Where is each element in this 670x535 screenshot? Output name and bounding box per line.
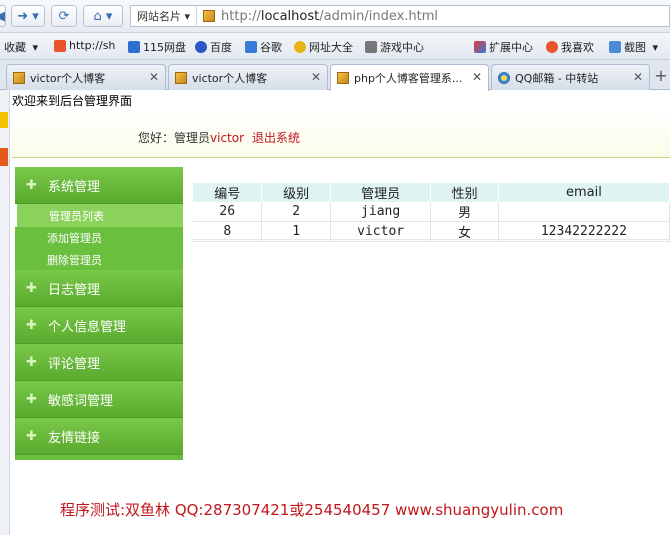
bookmark-google[interactable]: 谷歌 bbox=[245, 39, 282, 55]
cell-email bbox=[498, 202, 670, 222]
page-favicon-icon bbox=[203, 10, 216, 22]
bookmark-url-daquan[interactable]: 网址大全 bbox=[294, 39, 353, 55]
plus-icon: ✚ bbox=[26, 177, 37, 193]
address-bar[interactable]: 网站名片 ▾ http://localhost/admin/index.html bbox=[130, 5, 670, 27]
system-submenu: 管理员列表 添加管理员 删除管理员 bbox=[15, 204, 183, 270]
tab-bar: victor个人博客 ✕ victor个人博客 ✕ php个人博客管理系... … bbox=[0, 60, 670, 91]
admin-table: 编号 级别 管理员 性别 email 26 2 jiang 男 8 1 vict… bbox=[193, 183, 670, 242]
close-icon[interactable]: ✕ bbox=[633, 70, 643, 84]
footer-credits: 程序测试:双鱼林 QQ:287307421或254540457 www.shua… bbox=[60, 501, 564, 519]
tab-favicon-icon bbox=[337, 72, 349, 84]
cell-id: 26 bbox=[193, 202, 263, 222]
tab-qq-mail[interactable]: QQ邮箱 - 中转站 ✕ bbox=[491, 64, 650, 90]
baidu-paw-icon bbox=[195, 41, 207, 53]
submenu-delete-admin[interactable]: 删除管理员 bbox=[15, 248, 183, 271]
site-card-dropdown[interactable]: 网站名片 ▾ bbox=[131, 6, 198, 26]
google-icon bbox=[245, 41, 257, 53]
close-icon[interactable]: ✕ bbox=[472, 70, 482, 84]
url-text: http://localhost/admin/index.html bbox=[221, 8, 439, 24]
bookmarks-bar: 收藏 ▾ http://sh 115网盘 百度 谷歌 网址大全 游戏中心 扩展中… bbox=[0, 33, 670, 60]
extension-center[interactable]: 扩展中心 bbox=[474, 39, 533, 55]
side-panel-star-icon[interactable] bbox=[0, 112, 8, 128]
menu-log-management[interactable]: ✚ 日志管理 bbox=[15, 270, 183, 307]
url-daquan-icon bbox=[294, 41, 306, 53]
page-welcome-title: 欢迎来到后台管理界面 bbox=[12, 94, 133, 108]
col-header-email: email bbox=[498, 183, 670, 202]
col-header-level: 级别 bbox=[261, 183, 331, 202]
col-header-gender: 性别 bbox=[430, 183, 499, 202]
submenu-admin-list[interactable]: 管理员列表 bbox=[15, 204, 183, 227]
admin-sidebar-menu: ✚ 系统管理 管理员列表 添加管理员 删除管理员 ✚ 日志管理 ✚ 个人信息管理… bbox=[15, 167, 183, 460]
forward-button[interactable]: ➜ ▾ bbox=[11, 5, 45, 27]
extension-icon bbox=[474, 41, 486, 53]
table-row: 26 2 jiang 男 bbox=[193, 202, 670, 222]
bookmark-115[interactable]: 115网盘 bbox=[128, 39, 186, 55]
scissors-icon bbox=[609, 41, 621, 53]
bookmark-sh-icon bbox=[54, 39, 66, 52]
gamepad-icon bbox=[365, 41, 377, 53]
refresh-button[interactable]: ⟳ bbox=[51, 5, 77, 27]
cell-level: 2 bbox=[261, 202, 331, 222]
back-button[interactable]: ◀ bbox=[0, 5, 6, 27]
back-arrow-icon: ◀ bbox=[0, 9, 5, 24]
tab-victor-blog-1[interactable]: victor个人博客 ✕ bbox=[6, 64, 166, 90]
plus-icon: ✚ bbox=[26, 428, 37, 444]
bookmark-baidu[interactable]: 百度 bbox=[195, 39, 232, 55]
forward-arrow-icon: ➜ ▾ bbox=[17, 8, 39, 24]
plus-icon: ✚ bbox=[26, 391, 37, 407]
bookmark-game-center[interactable]: 游戏中心 bbox=[365, 39, 424, 55]
menu-sensitive-words[interactable]: ✚ 敏感词管理 bbox=[15, 381, 183, 418]
header-band bbox=[12, 110, 670, 158]
browser-side-panel bbox=[0, 90, 10, 535]
favorites-menu[interactable]: 收藏 ▾ bbox=[4, 39, 38, 55]
admin-greeting: 您好：管理员victor bbox=[138, 131, 245, 145]
side-panel-weibo-icon[interactable] bbox=[0, 148, 8, 166]
bookmark-sh[interactable]: http://sh bbox=[54, 39, 115, 52]
col-header-admin: 管理员 bbox=[330, 183, 432, 202]
home-icon: ⌂ ▾ bbox=[93, 8, 113, 24]
refresh-icon: ⟳ bbox=[58, 8, 70, 24]
menu-system-management[interactable]: ✚ 系统管理 bbox=[15, 167, 183, 204]
admin-username: victor bbox=[210, 131, 245, 145]
new-tab-button[interactable]: + bbox=[652, 66, 670, 88]
cell-admin: jiang bbox=[330, 202, 432, 222]
tab-favicon-icon bbox=[13, 71, 25, 84]
plus-icon: ✚ bbox=[26, 317, 37, 333]
logout-link[interactable]: 退出系统 bbox=[252, 129, 300, 146]
table-bottom-divider bbox=[193, 239, 670, 240]
heart-icon bbox=[546, 41, 558, 53]
tab-php-admin[interactable]: php个人博客管理系... ✕ bbox=[330, 64, 489, 91]
table-header-row: 编号 级别 管理员 性别 email bbox=[193, 183, 670, 202]
cell-gender: 男 bbox=[430, 202, 499, 222]
close-icon[interactable]: ✕ bbox=[149, 70, 159, 84]
pan-115-icon bbox=[128, 41, 140, 53]
my-favorites[interactable]: 我喜欢 bbox=[546, 39, 594, 55]
qq-mail-icon bbox=[498, 71, 510, 84]
screenshot-tool[interactable]: 截图 ▾ bbox=[609, 39, 658, 55]
menu-comment-management[interactable]: ✚ 评论管理 bbox=[15, 344, 183, 381]
tab-favicon-icon bbox=[175, 71, 187, 84]
plus-icon: ✚ bbox=[26, 354, 37, 370]
tab-victor-blog-2[interactable]: victor个人博客 ✕ bbox=[168, 64, 328, 90]
close-icon[interactable]: ✕ bbox=[311, 70, 321, 84]
browser-toolbar: ◀ ➜ ▾ ⟳ ⌂ ▾ 网站名片 ▾ http://localhost/admi… bbox=[0, 0, 670, 33]
menu-personal-info[interactable]: ✚ 个人信息管理 bbox=[15, 307, 183, 344]
col-header-id: 编号 bbox=[193, 183, 263, 202]
plus-icon: ✚ bbox=[26, 280, 37, 296]
menu-friend-links[interactable]: ✚ 友情链接 bbox=[15, 418, 183, 455]
submenu-add-admin[interactable]: 添加管理员 bbox=[15, 226, 183, 249]
home-button[interactable]: ⌂ ▾ bbox=[83, 5, 123, 27]
